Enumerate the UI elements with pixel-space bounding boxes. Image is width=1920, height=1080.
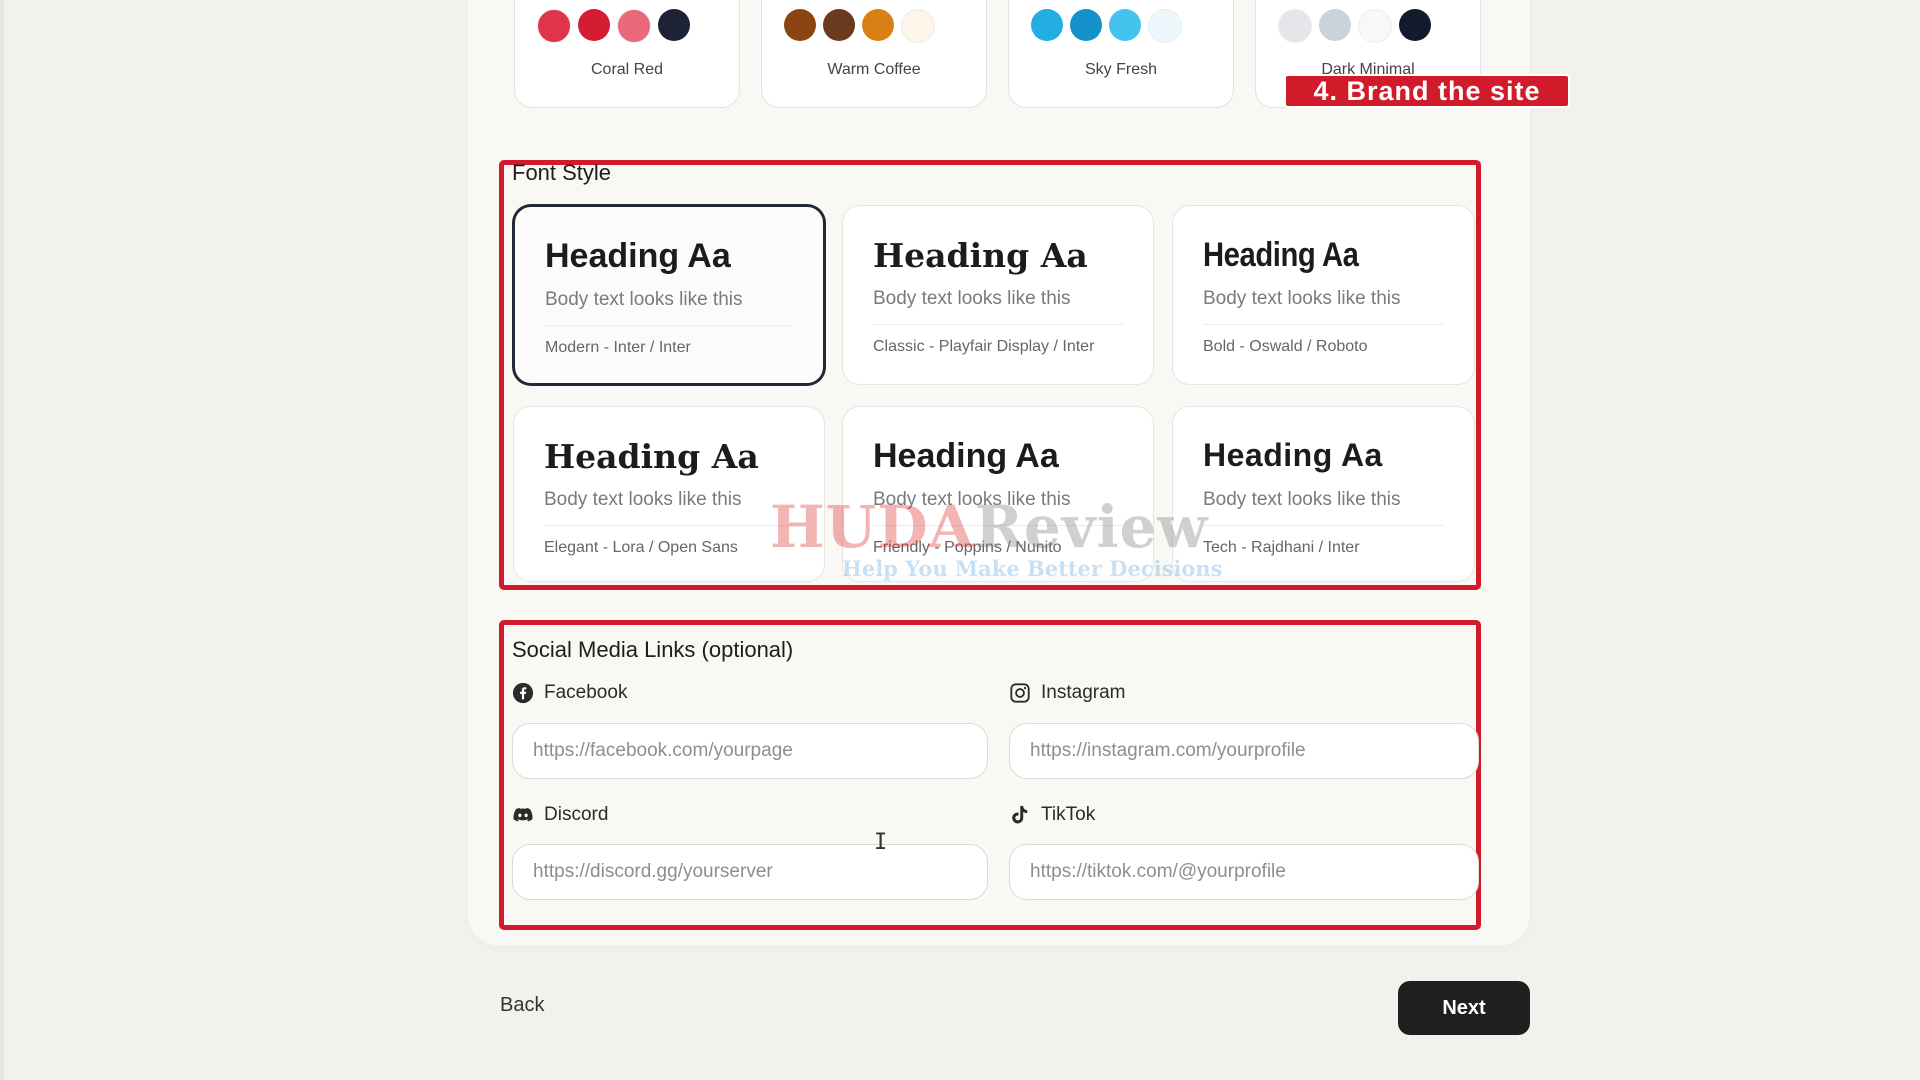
theme-name: Warm Coffee [827,61,921,78]
divider [1203,324,1444,325]
theme-card-coral-red[interactable]: Coral Red [514,0,740,108]
font-heading-sample: Heading Aa [873,437,1059,475]
color-swatches [784,9,935,43]
font-body-sample: Body text looks like this [1203,288,1401,309]
color-swatch [1278,9,1312,43]
font-option-tech[interactable]: Heading Aa Body text looks like this Tec… [1172,406,1475,582]
discord-icon [513,807,533,822]
color-swatch [537,9,571,43]
facebook-label-text: Facebook [544,682,628,703]
font-body-sample: Body text looks like this [873,288,1071,309]
instagram-url-input[interactable] [1009,723,1479,779]
text-cursor-icon: I [874,830,888,855]
color-swatch [823,9,855,41]
color-swatches [1278,9,1431,43]
discord-label: Discord [512,804,608,826]
font-pairing-label: Friendly - Poppins / Nunito [873,539,1062,556]
font-heading-sample: Heading Aa [1203,236,1359,274]
theme-card-warm-coffee[interactable]: Warm Coffee [761,0,987,108]
color-swatch [1031,9,1063,41]
back-button[interactable]: Back [500,994,544,1017]
color-swatch [1319,9,1351,41]
font-option-friendly[interactable]: Heading Aa Body text looks like this Fri… [842,406,1154,582]
facebook-icon [512,682,534,704]
color-swatch [1399,9,1431,41]
tiktok-icon [1012,805,1028,824]
instagram-label: Instagram [1009,682,1125,704]
divider [545,325,793,326]
next-button[interactable]: Next [1398,981,1530,1035]
font-option-bold[interactable]: Heading Aa Body text looks like this Bol… [1172,205,1475,385]
color-swatch [1148,9,1182,43]
font-option-modern[interactable]: Heading Aa Body text looks like this Mod… [513,205,825,385]
discord-label-text: Discord [544,804,609,825]
color-swatch [1358,9,1392,43]
font-pairing-label: Modern - Inter / Inter [545,339,691,356]
facebook-label: Facebook [512,682,627,704]
window-edge [0,0,4,1080]
font-heading-sample: Heading Aa [1203,437,1383,473]
color-swatch [658,9,690,41]
font-body-sample: Body text looks like this [544,489,742,510]
color-swatch [1109,9,1141,41]
font-body-sample: Body text looks like this [873,489,1071,510]
divider [1203,525,1444,526]
theme-card-sky-fresh[interactable]: Sky Fresh [1008,0,1234,108]
color-swatch [1070,9,1102,41]
facebook-url-input[interactable] [512,723,988,779]
divider [873,324,1123,325]
font-style-title: Font Style [512,160,612,185]
color-swatch [862,9,894,41]
color-swatches [1031,9,1182,43]
color-swatch [784,9,816,41]
instagram-icon [1010,683,1030,703]
color-swatch [901,9,935,43]
theme-name: Sky Fresh [1084,61,1157,78]
font-heading-sample: Heading Aa [873,236,1088,275]
divider [544,525,794,526]
theme-name: Coral Red [590,61,664,78]
font-pairing-label: Bold - Oswald / Roboto [1203,338,1368,355]
instagram-label-text: Instagram [1041,682,1126,703]
tiktok-label: TikTok [1009,804,1095,826]
color-swatches [537,9,690,43]
color-swatch [578,9,610,41]
divider [873,525,1123,526]
social-links-title: Social Media Links (optional) [512,637,794,662]
font-heading-sample: Heading Aa [545,237,731,275]
font-body-sample: Body text looks like this [1203,489,1401,510]
font-option-elegant[interactable]: Heading Aa Body text looks like this Ele… [513,406,825,582]
font-body-sample: Body text looks like this [545,289,743,310]
font-option-classic[interactable]: Heading Aa Body text looks like this Cla… [842,205,1154,385]
font-pairing-label: Elegant - Lora / Open Sans [544,539,738,556]
step-badge: 4. Brand the site [1284,74,1570,108]
tiktok-label-text: TikTok [1041,804,1096,825]
discord-url-input[interactable] [512,844,988,900]
color-swatch [617,9,651,43]
font-pairing-label: Classic - Playfair Display / Inter [873,338,1095,355]
font-pairing-label: Tech - Rajdhani / Inter [1203,539,1360,556]
font-heading-sample: Heading Aa [544,437,759,476]
tiktok-url-input[interactable] [1009,844,1479,900]
